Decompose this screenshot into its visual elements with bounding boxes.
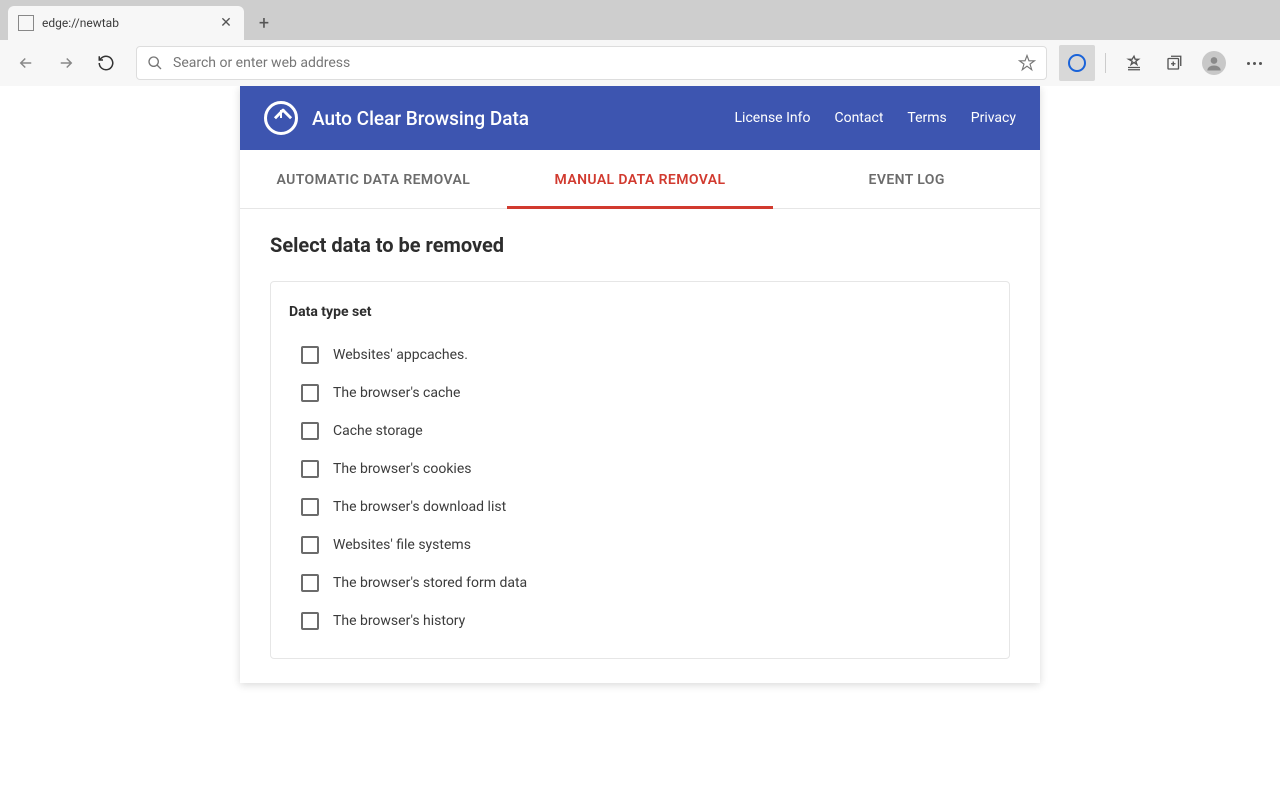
- checkbox-appcaches[interactable]: [301, 346, 319, 364]
- nav-contact[interactable]: Contact: [834, 110, 883, 126]
- forward-button[interactable]: [48, 45, 84, 81]
- list-item: The browser's download list: [289, 488, 991, 526]
- dots-icon: [1247, 62, 1262, 65]
- list-item: The browser's cache: [289, 374, 991, 412]
- nav-terms[interactable]: Terms: [907, 110, 946, 126]
- favorite-icon[interactable]: [1018, 54, 1036, 72]
- app-nav: License Info Contact Terms Privacy: [735, 110, 1016, 126]
- browser-tab[interactable]: edge://newtab ✕: [8, 6, 244, 40]
- checkbox-downloads[interactable]: [301, 498, 319, 516]
- list-item: Websites' appcaches.: [289, 336, 991, 374]
- tab-manual[interactable]: MANUAL DATA REMOVAL: [507, 150, 774, 208]
- more-menu-button[interactable]: [1236, 45, 1272, 81]
- back-button[interactable]: [8, 45, 44, 81]
- app-header: Auto Clear Browsing Data License Info Co…: [240, 86, 1040, 150]
- page-viewport: Auto Clear Browsing Data License Info Co…: [0, 86, 1280, 800]
- checkbox-label: Websites' appcaches.: [333, 347, 468, 363]
- nav-privacy[interactable]: Privacy: [971, 110, 1016, 126]
- extension-button[interactable]: [1059, 45, 1095, 81]
- card-title: Data type set: [289, 304, 991, 320]
- checkbox-form-data[interactable]: [301, 574, 319, 592]
- profile-button[interactable]: [1196, 45, 1232, 81]
- app-logo-clock-icon: [264, 101, 298, 135]
- nav-license[interactable]: License Info: [735, 110, 811, 126]
- avatar-icon: [1202, 51, 1226, 75]
- checkbox-label: The browser's cookies: [333, 461, 471, 477]
- refresh-button[interactable]: [88, 45, 124, 81]
- checkbox-label: The browser's history: [333, 613, 465, 629]
- address-bar[interactable]: [136, 46, 1047, 80]
- checkbox-label: The browser's stored form data: [333, 575, 527, 591]
- list-item: Websites' file systems: [289, 526, 991, 564]
- list-item: The browser's cookies: [289, 450, 991, 488]
- checkbox-cache[interactable]: [301, 384, 319, 402]
- checkbox-history[interactable]: [301, 612, 319, 630]
- tab-title: edge://newtab: [42, 16, 210, 30]
- list-item: Cache storage: [289, 412, 991, 450]
- new-tab-button[interactable]: +: [250, 9, 278, 37]
- search-icon: [147, 55, 163, 71]
- checkbox-label: The browser's download list: [333, 499, 506, 515]
- tab-automatic[interactable]: AUTOMATIC DATA REMOVAL: [240, 150, 507, 208]
- page-heading: Select data to be removed: [270, 233, 1010, 257]
- app-title: Auto Clear Browsing Data: [312, 107, 735, 130]
- extension-clock-icon: [1068, 54, 1086, 72]
- browser-tab-strip: edge://newtab ✕ +: [0, 0, 1280, 40]
- checkbox-label: Cache storage: [333, 423, 423, 439]
- collections-icon[interactable]: [1156, 45, 1192, 81]
- list-item: The browser's stored form data: [289, 564, 991, 602]
- address-input[interactable]: [173, 55, 1008, 71]
- app-container: Auto Clear Browsing Data License Info Co…: [240, 86, 1040, 683]
- checkbox-file-systems[interactable]: [301, 536, 319, 554]
- toolbar-divider: [1105, 53, 1106, 73]
- tab-event-log[interactable]: EVENT LOG: [773, 150, 1040, 208]
- close-tab-icon[interactable]: ✕: [218, 15, 234, 31]
- content-area: Select data to be removed Data type set …: [240, 209, 1040, 683]
- checkbox-cache-storage[interactable]: [301, 422, 319, 440]
- tab-bar: AUTOMATIC DATA REMOVAL MANUAL DATA REMOV…: [240, 150, 1040, 209]
- page-icon: [18, 15, 34, 31]
- checkbox-label: The browser's cache: [333, 385, 460, 401]
- favorites-list-icon[interactable]: [1116, 45, 1152, 81]
- checkbox-label: Websites' file systems: [333, 537, 471, 553]
- checkbox-cookies[interactable]: [301, 460, 319, 478]
- list-item: The browser's history: [289, 602, 991, 640]
- browser-toolbar: [0, 40, 1280, 86]
- data-type-card: Data type set Websites' appcaches. The b…: [270, 281, 1010, 659]
